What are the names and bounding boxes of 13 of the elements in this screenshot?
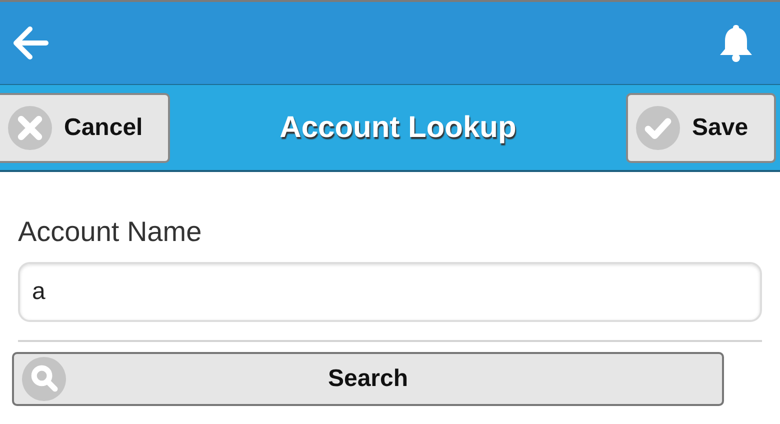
page-title: Account Lookup — [280, 110, 516, 144]
cancel-button[interactable]: Cancel — [0, 92, 170, 162]
check-icon — [636, 106, 680, 150]
back-arrow-icon — [12, 26, 50, 60]
back-button[interactable] — [12, 26, 50, 60]
account-name-field[interactable]: a — [18, 262, 762, 322]
save-button[interactable]: Save — [626, 92, 776, 162]
notifications-button[interactable] — [718, 23, 754, 63]
field-label: Account Name — [18, 216, 203, 248]
search-button[interactable]: Search — [12, 352, 724, 406]
search-icon — [22, 357, 66, 401]
close-icon — [8, 106, 52, 150]
bell-icon — [718, 23, 754, 63]
